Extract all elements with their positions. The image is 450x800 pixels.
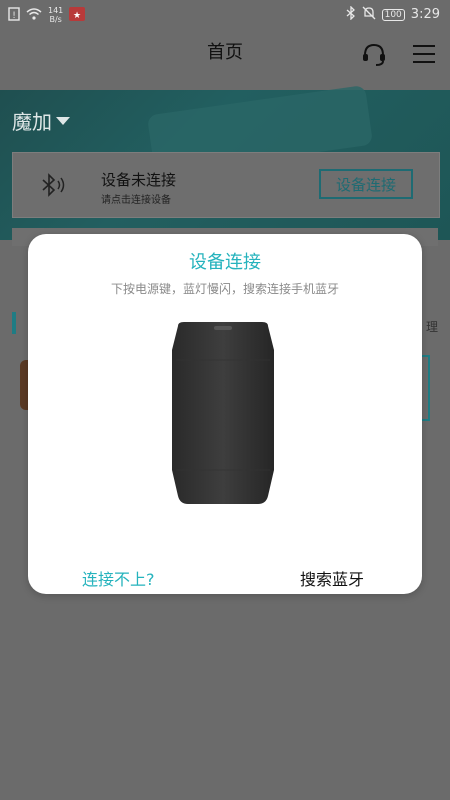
status-left: ! 141 B/s ★ xyxy=(8,6,86,24)
device-hint: 请点击连接设备 xyxy=(101,195,171,206)
clock: 3:29 xyxy=(410,7,440,22)
status-bar: ! 141 B/s ★ 100 3:29 xyxy=(0,0,450,30)
notification-badge-icon: ★ xyxy=(69,6,86,24)
svg-text:★: ★ xyxy=(73,11,81,21)
app-header: 首页 xyxy=(0,30,450,90)
background-label: 理 xyxy=(425,320,438,334)
device-card: 设备未连接 请点击连接设备 设备连接 xyxy=(12,152,440,218)
status-right: 100 3:29 xyxy=(346,5,440,23)
search-bluetooth-button[interactable]: 搜索蓝牙 xyxy=(300,566,364,590)
brand-selector[interactable]: 魔加 xyxy=(12,106,70,135)
brand-label: 魔加 xyxy=(12,110,52,134)
dialog-title: 设备连接 xyxy=(189,252,261,273)
chevron-down-icon xyxy=(56,116,70,125)
bluetooth-signal-icon xyxy=(39,171,67,199)
dialog-description: 下按电源键，蓝灯慢闪，搜索连接手机蓝牙 xyxy=(110,282,339,296)
wifi-icon xyxy=(26,7,42,23)
mute-bell-icon xyxy=(362,6,376,23)
cant-connect-link[interactable]: 连接不上? xyxy=(82,566,155,590)
sim-alert-icon: ! xyxy=(8,6,20,24)
device-connect-button[interactable]: 设备连接 xyxy=(319,169,413,199)
battery-indicator: 100 xyxy=(381,8,405,21)
headset-icon[interactable] xyxy=(360,40,388,68)
bluetooth-icon xyxy=(346,5,356,23)
device-status-title: 设备未连接 xyxy=(101,171,177,189)
connect-dialog: 设备连接 下按电源键，蓝灯慢闪，搜索连接手机蓝牙 连接不上? 搜索蓝牙 xyxy=(28,234,422,594)
device-image xyxy=(158,320,288,510)
svg-text:!: ! xyxy=(12,11,16,21)
section-accent-bar xyxy=(12,312,16,334)
network-speed: 141 B/s xyxy=(48,6,64,24)
menu-icon[interactable] xyxy=(410,40,438,68)
